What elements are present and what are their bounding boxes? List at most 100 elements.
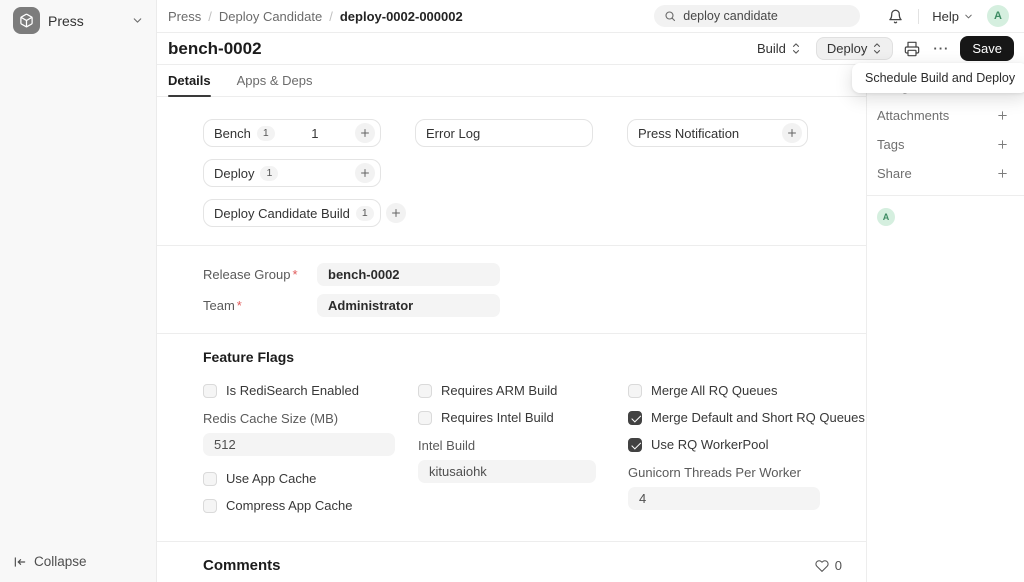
save-button[interactable]: Save (960, 36, 1014, 61)
page-header: bench-0002 Build Deploy ··· Save (157, 33, 1024, 65)
notifications-bell-icon[interactable] (886, 7, 905, 26)
share-label: Share (877, 166, 912, 181)
breadcrumb-item[interactable]: Deploy Candidate (219, 9, 322, 24)
tags-label: Tags (877, 137, 904, 152)
connection-card-press-notification[interactable]: Press Notification (627, 119, 808, 147)
connection-card-deploy[interactable]: Deploy 1 (203, 159, 381, 187)
plus-icon[interactable] (355, 163, 375, 183)
release-group-label: Release Group* (203, 267, 317, 282)
checkbox-icon[interactable] (628, 438, 642, 452)
tab-apps-deps[interactable]: Apps & Deps (237, 65, 313, 96)
printer-icon (904, 41, 920, 57)
plus-icon[interactable] (386, 203, 406, 223)
checkbox-icon[interactable] (203, 499, 217, 513)
connection-card-bench[interactable]: Bench 1 1 (203, 119, 381, 147)
deploy-dropdown-menu: Schedule Build and Deploy (852, 63, 1024, 93)
chevron-down-icon (963, 11, 974, 22)
plus-icon[interactable] (782, 123, 802, 143)
app-selector[interactable]: Press (0, 0, 156, 41)
flags-column-3: Merge All RQ Queues Merge Default and Sh… (628, 377, 853, 519)
comments-title: Comments (203, 557, 281, 574)
right-sidebar: Assigned To Attachments Tags (867, 65, 1024, 582)
attachments-label: Attachments (877, 108, 949, 123)
plus-icon[interactable] (355, 123, 375, 143)
checkbox-icon[interactable] (418, 384, 432, 398)
menu-item-schedule-build-and-deploy[interactable]: Schedule Build and Deploy (854, 65, 1024, 91)
connection-label: Deploy Candidate Build (214, 206, 350, 221)
breadcrumb: Press / Deploy Candidate / deploy-0002-0… (168, 9, 463, 24)
navbar-divider (918, 9, 919, 24)
checkbox-requires-intel-build[interactable]: Requires Intel Build (418, 404, 628, 431)
plus-icon[interactable] (996, 138, 1009, 151)
flags-column-1: Is RediSearch Enabled Redis Cache Size (… (203, 377, 418, 519)
checkbox-is-redisearch-enabled[interactable]: Is RediSearch Enabled (203, 377, 418, 404)
tags-row[interactable]: Tags (877, 130, 1009, 159)
required-mark: * (237, 298, 242, 313)
release-group-field[interactable] (317, 263, 500, 286)
team-field[interactable] (317, 294, 500, 317)
search-input[interactable] (683, 9, 850, 23)
identity-section: Release Group* Team* (157, 245, 866, 333)
checkbox-icon[interactable] (203, 384, 217, 398)
gunicorn-threads-field[interactable] (628, 487, 820, 510)
comments-section: Comments 0 A (157, 541, 866, 582)
checkbox-use-rq-workerpool[interactable]: Use RQ WorkerPool (628, 431, 853, 458)
header-actions: Build Deploy ··· Save (751, 36, 1014, 61)
breadcrumb-current: deploy-0002-000002 (340, 9, 463, 24)
checkbox-merge-all-rq-queues[interactable]: Merge All RQ Queues (628, 377, 853, 404)
more-menu-button[interactable]: ··· (931, 39, 951, 58)
connection-label: Bench (214, 126, 251, 141)
left-sidebar: Press Collapse (0, 0, 157, 582)
tab-bar: Details Apps & Deps (157, 65, 866, 97)
like-count: 0 (835, 558, 842, 573)
breadcrumb-item[interactable]: Press (168, 9, 201, 24)
checkbox-icon[interactable] (628, 411, 642, 425)
build-button[interactable]: Build (751, 38, 807, 59)
build-button-label: Build (757, 41, 786, 56)
plus-icon[interactable] (996, 109, 1009, 122)
connection-card-error-log[interactable]: Error Log (415, 119, 593, 147)
search-icon (664, 10, 676, 22)
collapse-sidebar-button[interactable]: Collapse (13, 554, 87, 569)
connection-value: 1 (281, 126, 349, 141)
checkbox-use-app-cache[interactable]: Use App Cache (203, 465, 418, 492)
flags-column-2: Requires ARM Build Requires Intel Build … (418, 377, 628, 519)
connections-section: Bench 1 1 Error Log Press Notification (157, 97, 866, 245)
sidebar-divider (867, 195, 1024, 196)
team-row: Team* (203, 294, 866, 317)
app-window: Press Collapse Press / Deploy Candidate … (0, 0, 1024, 582)
breadcrumb-separator: / (329, 9, 333, 24)
navbar-right-group: Help A (886, 5, 1009, 27)
redis-cache-size-field[interactable] (203, 433, 395, 456)
share-row[interactable]: Share (877, 159, 1009, 188)
print-button[interactable] (902, 39, 922, 59)
collapse-label: Collapse (34, 554, 87, 569)
help-menu[interactable]: Help (932, 9, 974, 24)
checkbox-compress-app-cache[interactable]: Compress App Cache (203, 492, 418, 519)
redis-cache-size-label: Redis Cache Size (MB) (203, 411, 418, 426)
tab-details[interactable]: Details (168, 65, 211, 96)
checkbox-requires-arm-build[interactable]: Requires ARM Build (418, 377, 628, 404)
user-avatar[interactable]: A (987, 5, 1009, 27)
plus-icon[interactable] (996, 167, 1009, 180)
checkbox-icon[interactable] (418, 411, 432, 425)
required-mark: * (292, 267, 297, 282)
like-button[interactable]: 0 (815, 558, 842, 573)
intel-build-field[interactable] (418, 460, 596, 483)
checkbox-icon[interactable] (628, 384, 642, 398)
attachments-row[interactable]: Attachments (877, 101, 1009, 130)
deploy-button-label: Deploy (827, 41, 867, 56)
chevron-down-icon (131, 14, 144, 27)
content-column: Details Apps & Deps Bench 1 1 (157, 65, 867, 582)
updown-chevrons-icon (791, 42, 801, 55)
connection-count-badge: 1 (356, 206, 374, 221)
collapse-icon (13, 555, 27, 569)
connection-card-deploy-candidate-build[interactable]: Deploy Candidate Build 1 (203, 199, 381, 227)
checkbox-merge-default-short-rq-queues[interactable]: Merge Default and Short RQ Queues (628, 404, 853, 431)
checkbox-icon[interactable] (203, 472, 217, 486)
team-label: Team* (203, 298, 317, 313)
global-search[interactable] (654, 5, 860, 27)
feature-flags-section: Feature Flags Is RediSearch Enabled Redi… (157, 333, 866, 541)
deploy-button[interactable]: Deploy (816, 37, 893, 60)
release-group-row: Release Group* (203, 263, 866, 286)
